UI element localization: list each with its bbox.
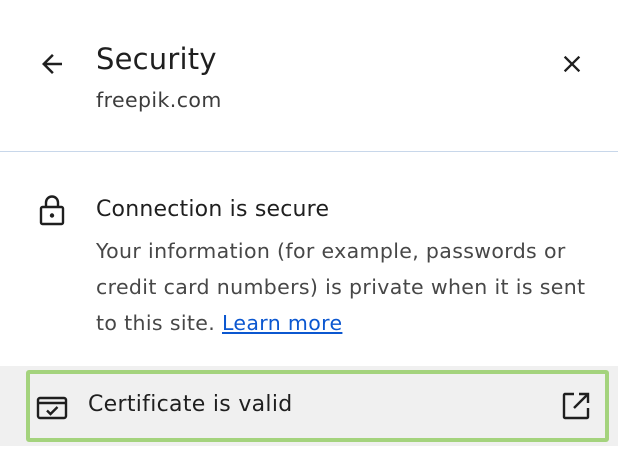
connection-status-title: Connection is secure: [96, 197, 330, 222]
connection-description: Your information (for example, passwords…: [96, 233, 596, 341]
learn-more-link[interactable]: Learn more: [222, 311, 342, 335]
site-domain: freepik.com: [96, 88, 222, 112]
panel-header: Security freepik.com: [0, 0, 618, 152]
lock-icon: [34, 192, 70, 228]
back-button[interactable]: [32, 44, 72, 84]
arrow-left-icon: [42, 54, 62, 74]
page-title: Security: [96, 42, 217, 76]
certificate-button[interactable]: [26, 370, 609, 442]
close-button[interactable]: [552, 44, 592, 84]
security-panel: Security freepik.com Connection is secur…: [0, 0, 618, 458]
close-icon: [563, 55, 581, 73]
